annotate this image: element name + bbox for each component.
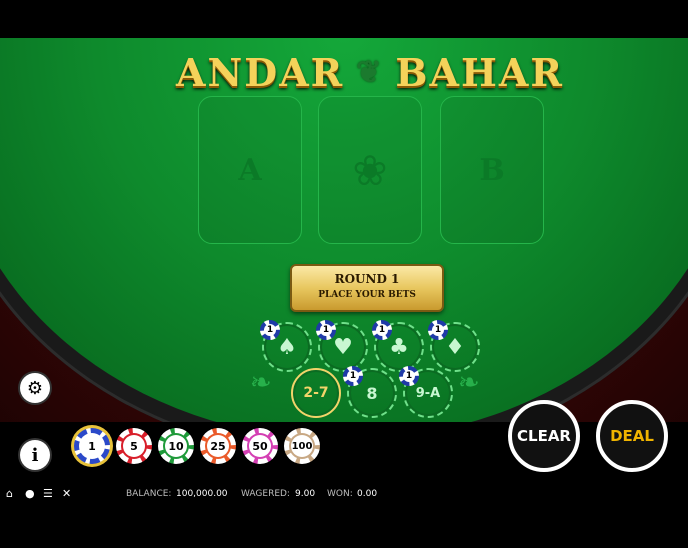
bet-chip-club: 1 [372,320,392,340]
spade-icon: ♠ [277,334,297,360]
chip-25[interactable]: 25 [200,428,236,464]
bet-chip-spade: 1 [260,320,280,340]
heart-icon: ♥ [333,334,353,360]
top-bar [0,0,688,38]
chip-50[interactable]: 50 [242,428,278,464]
chip-5[interactable]: 5 [116,428,152,464]
home-icon[interactable]: ⌂ [6,487,13,500]
range-2-7-label: 2-7 [303,385,329,401]
bet-chip-heart: 1 [316,320,336,340]
won-label: WON: [327,489,353,499]
bahar-slot-label: B [479,152,505,188]
bet-chip-eight: 1 [343,366,363,386]
wagered-label: WAGERED: [241,489,290,499]
chip-10[interactable]: 10 [158,428,194,464]
clear-button[interactable]: CLEAR [508,400,580,472]
andar-slot-label: A [238,152,262,188]
chip-1[interactable]: 1 [74,428,110,464]
range-9-a-label: 9-A [415,385,441,401]
title-right: BAHAR [395,49,564,95]
chip-100[interactable]: 100 [284,428,320,464]
eight-label: 8 [366,383,378,403]
balance-value: 100,000.00 [176,489,228,499]
won-value: 0.00 [357,489,378,499]
right-flourish-icon: ❧ [458,368,480,398]
lotus-ornament-icon: ❦ [356,54,384,90]
info-icon[interactable]: i [20,440,50,470]
status-bar: BALANCE: 100,000.00 WAGERED: 9.00 WON: 0… [0,486,688,504]
andar-card-slot: A [198,96,302,244]
game-stage: ANDAR ❦ BAHAR A ❀ B ROUND 1 PLACE YOUR B… [0,38,688,434]
round-instruction: PLACE YOUR BETS [318,290,416,300]
club-icon: ♣ [389,334,409,360]
settings-icon[interactable]: ⚙ [20,373,50,403]
game-title: ANDAR ❦ BAHAR [176,46,562,98]
bet-chip-range-9-a: 1 [399,366,419,386]
user-icon[interactable]: ● [25,487,35,500]
title-left: ANDAR [176,49,345,95]
mute-icon[interactable]: ✕ [62,487,71,500]
round-number: ROUND 1 [334,272,400,286]
bottom-bar [0,504,688,548]
bahar-card-slot: B [440,96,544,244]
deal-button[interactable]: DEAL [596,400,668,472]
diamond-icon: ♦ [445,334,465,360]
bet-chip-diamond: 1 [428,320,448,340]
left-flourish-icon: ❧ [250,368,272,398]
wagered-value: 9.00 [295,489,316,499]
round-plate: ROUND 1 PLACE YOUR BETS [290,264,444,312]
balance-label: BALANCE: [126,489,172,499]
bet-spot-range-2-7[interactable]: 2-7 [291,368,341,418]
lotus-icon: ❀ [352,145,388,195]
joker-card-slot: ❀ [318,96,422,244]
menu-icon[interactable]: ☰ [43,487,53,500]
